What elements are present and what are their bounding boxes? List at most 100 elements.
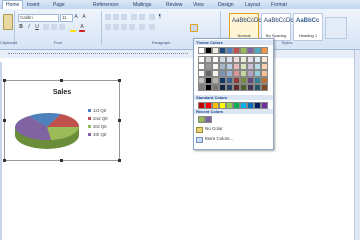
standard-color-swatch[interactable] bbox=[247, 102, 254, 109]
standard-color-swatch[interactable] bbox=[233, 102, 240, 109]
theme-color-swatch[interactable] bbox=[219, 84, 226, 91]
theme-color-swatch[interactable] bbox=[198, 77, 205, 84]
resize-handle[interactable] bbox=[3, 159, 6, 162]
theme-color-swatch[interactable] bbox=[233, 47, 240, 54]
theme-color-swatch[interactable] bbox=[247, 84, 254, 91]
theme-color-swatch[interactable] bbox=[205, 47, 212, 54]
bullets-icon[interactable] bbox=[105, 14, 111, 20]
line-spacing-icon[interactable] bbox=[139, 24, 145, 30]
theme-color-swatch[interactable] bbox=[205, 63, 212, 70]
theme-color-swatch[interactable] bbox=[254, 56, 261, 63]
resize-handle[interactable] bbox=[118, 119, 121, 122]
theme-color-swatch[interactable] bbox=[261, 47, 268, 54]
theme-color-swatch[interactable] bbox=[212, 56, 219, 63]
theme-color-swatch[interactable] bbox=[198, 84, 205, 91]
theme-color-swatch[interactable] bbox=[198, 56, 205, 63]
theme-color-swatch[interactable] bbox=[240, 70, 247, 77]
tab-layout[interactable]: Layout bbox=[242, 1, 263, 9]
theme-color-swatch[interactable] bbox=[226, 84, 233, 91]
recent-color-swatch[interactable] bbox=[205, 116, 212, 123]
theme-color-swatch[interactable] bbox=[226, 70, 233, 77]
theme-color-swatch[interactable] bbox=[247, 70, 254, 77]
theme-color-swatch[interactable] bbox=[226, 47, 233, 54]
align-center-icon[interactable] bbox=[113, 24, 119, 30]
resize-handle[interactable] bbox=[3, 79, 6, 82]
shrink-font-icon[interactable]: A bbox=[81, 14, 87, 20]
style-heading-1[interactable]: AaBbCc Heading 1 bbox=[293, 13, 323, 41]
theme-color-swatch[interactable] bbox=[240, 47, 247, 54]
paste-icon[interactable] bbox=[3, 14, 13, 30]
theme-color-swatch[interactable] bbox=[240, 77, 247, 84]
standard-color-swatch[interactable] bbox=[261, 102, 268, 109]
standard-color-swatch[interactable] bbox=[240, 102, 247, 109]
theme-color-swatch[interactable] bbox=[233, 56, 240, 63]
theme-color-swatch[interactable] bbox=[219, 47, 226, 54]
theme-color-swatch[interactable] bbox=[212, 47, 219, 54]
resize-handle[interactable] bbox=[60, 79, 63, 82]
theme-color-swatch[interactable] bbox=[254, 47, 261, 54]
tab-mailings[interactable]: Mailings bbox=[130, 1, 154, 9]
theme-color-swatch[interactable] bbox=[233, 84, 240, 91]
underline-icon[interactable]: U bbox=[34, 24, 40, 30]
justify-icon[interactable] bbox=[129, 24, 135, 30]
tab-insert[interactable]: Insert bbox=[24, 1, 43, 9]
resize-handle[interactable] bbox=[60, 159, 63, 162]
sort-icon[interactable] bbox=[149, 14, 155, 20]
tab-view[interactable]: View bbox=[190, 1, 207, 9]
tab-review[interactable]: Review bbox=[163, 1, 185, 9]
theme-color-swatch[interactable] bbox=[261, 63, 268, 70]
theme-color-swatch[interactable] bbox=[247, 47, 254, 54]
standard-color-swatch[interactable] bbox=[198, 102, 205, 109]
standard-color-swatch[interactable] bbox=[226, 102, 233, 109]
change-styles-icon[interactable] bbox=[325, 17, 347, 39]
numbering-icon[interactable] bbox=[113, 14, 119, 20]
more-colors-option[interactable]: More Colors... bbox=[196, 135, 271, 143]
resize-handle[interactable] bbox=[118, 159, 121, 162]
theme-color-swatch[interactable] bbox=[205, 70, 212, 77]
theme-color-swatch[interactable] bbox=[226, 56, 233, 63]
theme-color-swatch[interactable] bbox=[233, 63, 240, 70]
recent-color-swatch[interactable] bbox=[198, 116, 205, 123]
theme-color-swatch[interactable] bbox=[254, 63, 261, 70]
font-name-combo[interactable]: Calibri bbox=[18, 14, 59, 22]
pie-chart[interactable]: Sales 1st Qtr 2nd Qtr 3rd Qtr 4th Qtr bbox=[3, 79, 121, 162]
theme-color-swatch[interactable] bbox=[261, 77, 268, 84]
bold-icon[interactable]: B bbox=[18, 24, 24, 30]
theme-color-swatch[interactable] bbox=[247, 63, 254, 70]
grow-font-icon[interactable]: A bbox=[73, 14, 79, 20]
theme-color-swatch[interactable] bbox=[219, 63, 226, 70]
theme-color-swatch[interactable] bbox=[247, 56, 254, 63]
theme-color-swatch[interactable] bbox=[212, 77, 219, 84]
tab-design[interactable]: Design bbox=[215, 1, 237, 9]
highlight-icon[interactable] bbox=[70, 24, 76, 32]
theme-color-swatch[interactable] bbox=[212, 70, 219, 77]
theme-color-swatch[interactable] bbox=[261, 70, 268, 77]
style-normal[interactable]: AaBbCcDc Normal bbox=[229, 13, 261, 41]
theme-color-swatch[interactable] bbox=[233, 77, 240, 84]
theme-color-swatch[interactable] bbox=[205, 56, 212, 63]
align-left-icon[interactable] bbox=[105, 24, 111, 30]
superscript-icon[interactable] bbox=[59, 24, 65, 30]
borders-icon[interactable] bbox=[190, 24, 198, 32]
tab-format[interactable]: Format bbox=[268, 1, 290, 9]
theme-color-swatch[interactable] bbox=[240, 63, 247, 70]
standard-color-swatch[interactable] bbox=[205, 102, 212, 109]
theme-color-swatch[interactable] bbox=[212, 63, 219, 70]
theme-color-swatch[interactable] bbox=[198, 63, 205, 70]
tab-page-layout[interactable]: Page Layout bbox=[50, 1, 71, 16]
multilevel-list-icon[interactable] bbox=[121, 14, 127, 20]
show-marks-icon[interactable]: ¶ bbox=[157, 14, 163, 20]
theme-color-swatch[interactable] bbox=[254, 84, 261, 91]
vertical-scrollbar[interactable] bbox=[354, 50, 360, 240]
tab-references[interactable]: References bbox=[90, 1, 122, 9]
font-size-combo[interactable]: 11 bbox=[60, 14, 73, 22]
italic-icon[interactable]: I bbox=[26, 24, 32, 30]
theme-color-swatch[interactable] bbox=[219, 70, 226, 77]
theme-color-swatch[interactable] bbox=[226, 77, 233, 84]
theme-color-swatch[interactable] bbox=[226, 63, 233, 70]
font-color-icon[interactable]: A bbox=[79, 24, 85, 32]
theme-color-swatch[interactable] bbox=[198, 70, 205, 77]
theme-color-swatch[interactable] bbox=[219, 56, 226, 63]
no-color-option[interactable]: No Color bbox=[196, 125, 271, 133]
align-right-icon[interactable] bbox=[121, 24, 127, 30]
